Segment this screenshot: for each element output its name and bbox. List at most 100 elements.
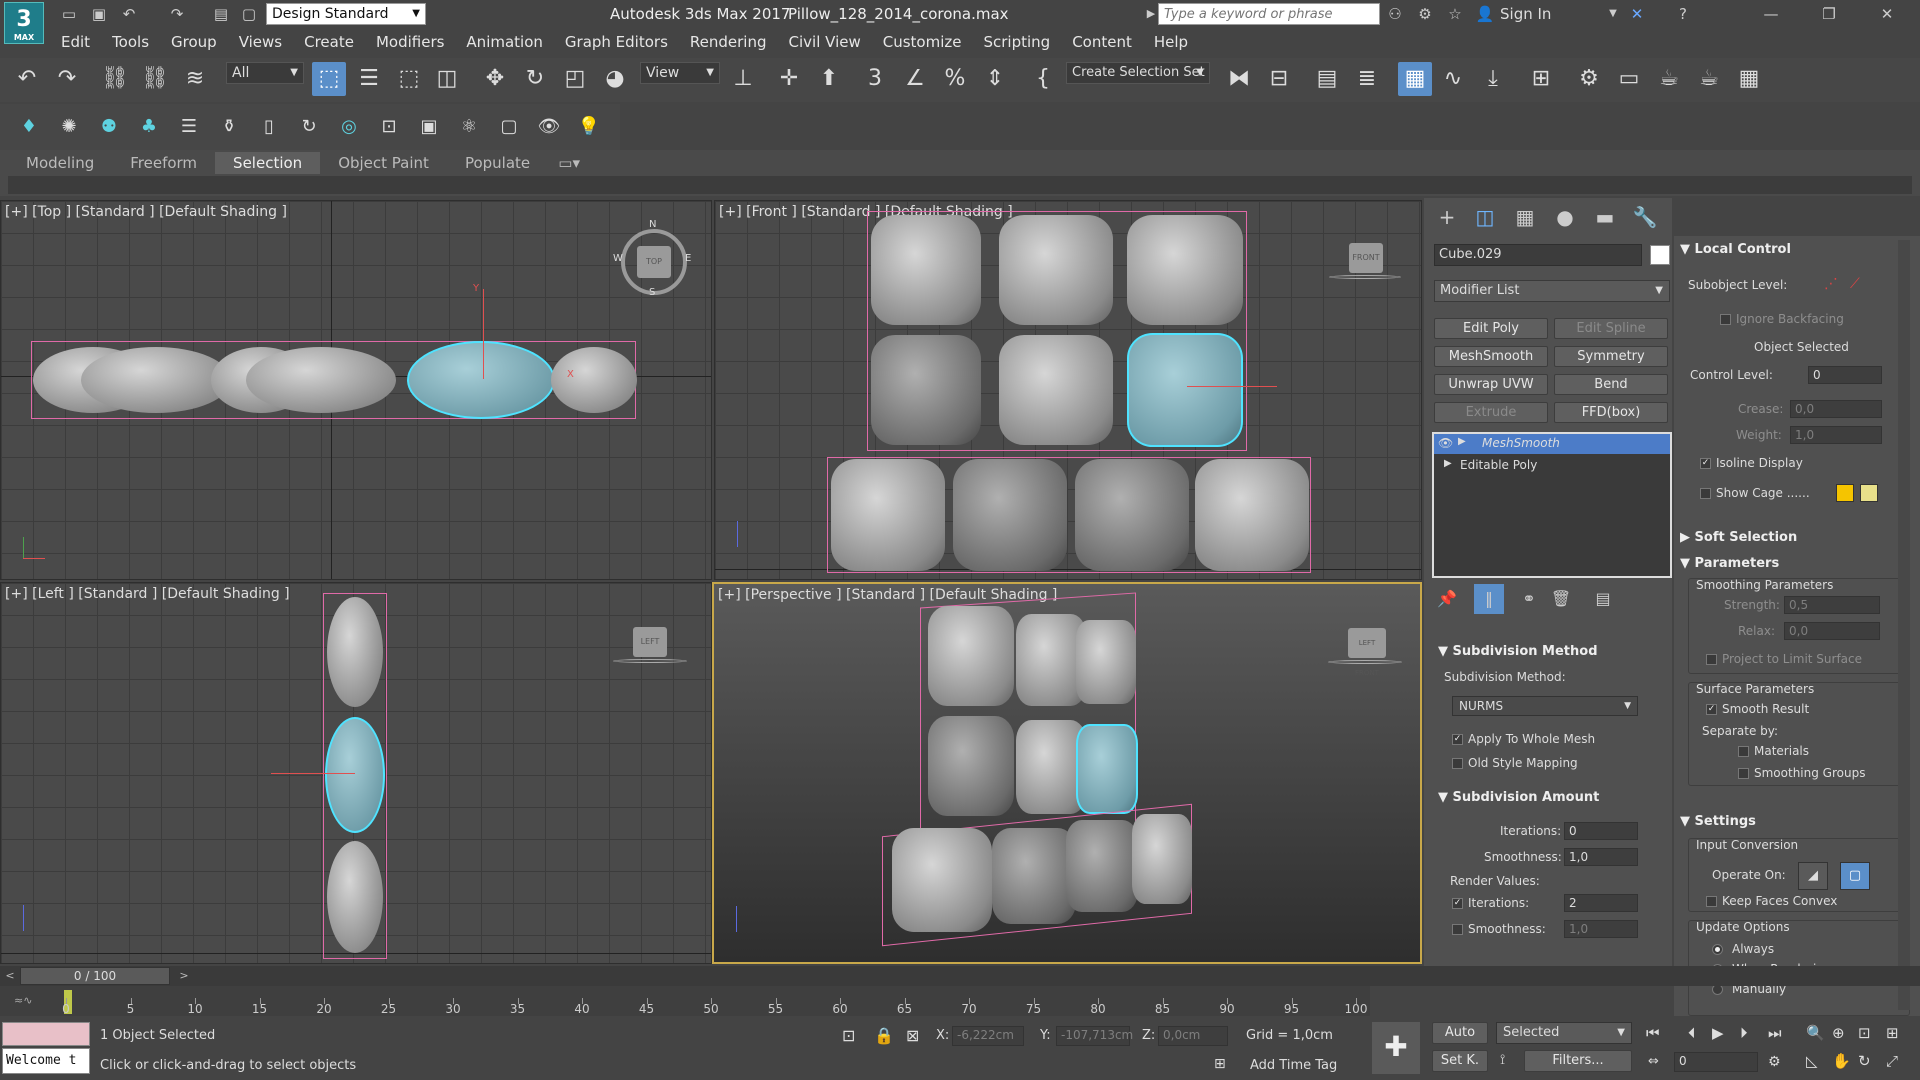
navcube-front[interactable]: FRONT [1349,243,1383,273]
frame-icon[interactable]: ⊡ [372,110,406,144]
pillow-persp-6[interactable] [892,828,992,932]
cage-color-swatch-1[interactable] [1836,484,1854,502]
time-tag-icon[interactable]: ⊞ [1214,1056,1226,1072]
pillow-persp-8[interactable] [1066,820,1138,912]
selection-lock-icon[interactable]: 🔒 [874,1026,894,1045]
apply-whole-mesh-checkbox[interactable]: ✓ [1452,734,1463,745]
file-icon[interactable]: ▯ [252,110,286,144]
pillow-front-6[interactable] [831,459,945,571]
pillow-left-3[interactable] [327,841,383,953]
menu-create[interactable]: Create [293,28,365,56]
bend-button[interactable]: Bend [1554,374,1668,395]
pillow-persp-4[interactable] [928,716,1014,816]
selection-filter-dropdown[interactable]: All ▼ [226,62,304,84]
minimize-icon[interactable]: — [1760,3,1782,25]
maxscript-input[interactable]: Welcome t [2,1048,90,1074]
strength-spinner[interactable]: 0,5 [1784,596,1880,614]
move-icon[interactable]: ✥ [478,62,512,96]
orbit-icon[interactable]: ↻ [1858,1052,1871,1070]
pillow-front-selected[interactable] [1127,333,1243,447]
binoculars-icon[interactable]: ⚇ [1384,3,1406,25]
pillow-front-5[interactable] [999,335,1113,445]
tab-modeling[interactable]: Modeling [8,152,112,174]
ffd-box-button[interactable]: FFD(box) [1554,402,1668,423]
sun-icon[interactable]: ✺ [52,110,86,144]
unlink-icon[interactable]: ⛓ [138,62,172,96]
symmetry-button[interactable]: Symmetry [1554,346,1668,367]
window-crossing-icon[interactable]: ◫ [430,62,464,96]
key-filters-button[interactable]: Filters... [1524,1050,1632,1072]
pillow-left-1[interactable] [327,597,383,707]
keyboard-shortcut-override-icon[interactable]: ⬆ [812,62,846,96]
render-region-icon[interactable]: ◎ [332,110,366,144]
pillow-left-selected[interactable] [325,717,385,833]
app-logo[interactable]: 3 MAX [4,2,44,44]
mirror-icon[interactable]: ⧓ [1222,62,1256,96]
menu-animation[interactable]: Animation [455,28,553,56]
edit-spline-button[interactable]: Edit Spline [1554,318,1668,339]
control-level-spinner[interactable]: 0 [1808,366,1882,384]
snaps-toggle-icon[interactable]: 3 [858,62,892,96]
menu-help[interactable]: Help [1143,28,1199,56]
ignore-backfacing-checkbox[interactable] [1720,314,1731,325]
select-by-name-icon[interactable]: ☰ [352,62,386,96]
set-key-icon[interactable]: ✚ [1372,1022,1420,1074]
tab-selection[interactable]: Selection [215,152,321,174]
weight-spinner[interactable]: 1,0 [1790,426,1882,444]
undo-small-icon[interactable]: ↶ [118,3,140,25]
time-configuration-icon[interactable]: ⚙ [1768,1054,1781,1070]
parameters-rollout[interactable]: ▼ Parameters [1680,556,1779,571]
meshsmooth-button[interactable]: MeshSmooth [1434,346,1548,367]
navcube-top[interactable]: TOP [637,246,671,278]
bulb-icon[interactable]: 💡 [572,110,606,144]
gizmo-left-y[interactable] [271,773,355,774]
cage-color-swatch-2[interactable] [1860,484,1878,502]
curve-toggle-icon[interactable]: ≈∿ [14,994,32,1007]
menu-civil-view[interactable]: Civil View [778,28,872,56]
proxy-icon[interactable]: ⚱ [212,110,246,144]
menu-edit[interactable]: Edit [50,28,101,56]
zoom-icon[interactable]: 🔍 [1806,1024,1825,1042]
subscription-icon[interactable]: ⚙ [1414,3,1436,25]
star-icon[interactable]: ☆ [1444,3,1466,25]
open-icon[interactable]: ▭ [58,3,80,25]
always-radio[interactable] [1712,944,1723,955]
remove-modifier-icon[interactable]: 🗑 [1546,584,1576,614]
operate-on-polygon-icon[interactable]: ▢ [1840,862,1870,890]
show-end-result-icon[interactable]: ‖ [1474,584,1504,614]
play-icon[interactable]: ▶ [1712,1024,1724,1042]
sign-in-link[interactable]: Sign In [1500,5,1551,23]
soft-selection-rollout[interactable]: ▶ Soft Selection [1680,530,1797,545]
rectangular-selection-icon[interactable]: ⬚ [392,62,426,96]
rotate-icon[interactable]: ↻ [518,62,552,96]
isolate-selection-icon[interactable]: ⊡ [842,1026,855,1045]
local-control-rollout[interactable]: ▼ Local Control [1680,242,1791,257]
pillow-front-9[interactable] [1195,459,1309,571]
iterations-spinner[interactable]: 0 [1564,822,1638,840]
isoline-display-checkbox[interactable]: ✓ [1700,458,1711,469]
pillow-top-5[interactable] [551,347,637,413]
gizmo-y-axis[interactable] [483,289,484,379]
next-frame-icon[interactable]: ⏵ [1740,1024,1748,1042]
key-mode-toggle-icon[interactable]: ⇔ [1648,1054,1659,1069]
redo-icon[interactable]: ↷ [50,62,84,96]
exchange-icon[interactable]: ✕ [1626,3,1648,25]
list-icon[interactable]: ☰ [172,110,206,144]
render-setup-icon[interactable]: ⚙ [1572,62,1606,96]
bind-space-warp-icon[interactable]: ≋ [178,62,212,96]
pillow-front-1[interactable] [871,215,981,325]
pan-icon[interactable]: ✋ [1832,1052,1851,1070]
expand-arrow-icon[interactable]: ▶ [1444,458,1452,469]
key-mode-icon[interactable]: ⟟ [1500,1052,1505,1068]
maximize-viewport-icon[interactable]: ⤢ [1886,1052,1898,1070]
utilities-tab-icon[interactable]: 🔧 [1630,202,1660,232]
y-coord-field[interactable]: -107,713cm [1056,1026,1133,1046]
viewport-left[interactable]: [+] [Left ] [Standard ] [Default Shading… [0,582,712,964]
create-tab-icon[interactable]: + [1432,202,1462,232]
edit-poly-button[interactable]: Edit Poly [1434,318,1548,339]
spinner-snap-icon[interactable]: ⇕ [978,62,1012,96]
auto-key-button[interactable]: Auto [1432,1022,1488,1044]
render-production-icon[interactable]: ☕ [1652,62,1686,96]
viewport-top-label[interactable]: [+] [Top ] [Standard ] [Default Shading … [5,204,287,220]
undo-icon[interactable]: ↶ [10,62,44,96]
